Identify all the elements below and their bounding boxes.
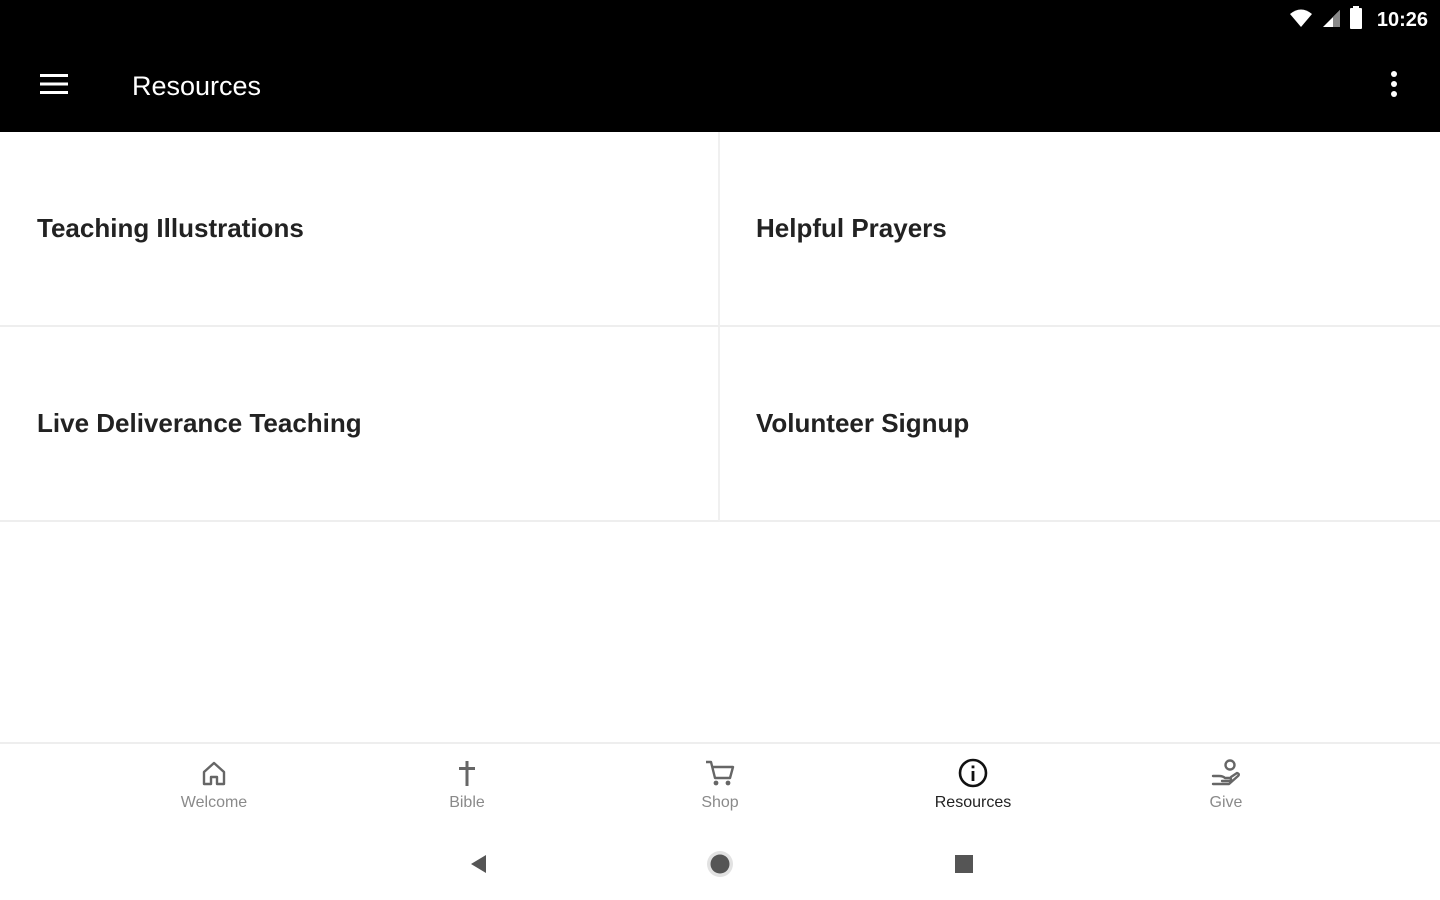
system-home-button[interactable] [700,848,740,884]
info-icon [956,756,990,790]
nav-item-give[interactable]: Give [1136,756,1316,826]
nav-label: Resources [934,794,1012,811]
tile-live-deliverance-teaching[interactable]: Live Deliverance Teaching [0,327,720,522]
system-back-button[interactable] [458,848,498,884]
system-recents-button[interactable] [944,848,984,884]
give-hand-icon [1209,756,1243,790]
recents-icon [953,853,975,880]
status-bar: 10:26 [0,0,1440,40]
tile-volunteer-signup[interactable]: Volunteer Signup [720,327,1440,522]
tile-teaching-illustrations[interactable]: Teaching Illustrations [0,132,720,327]
system-navigation-bar [0,830,1440,900]
nav-label: Shop [701,794,739,811]
tile-label: Helpful Prayers [756,213,947,243]
nav-item-shop[interactable]: Shop [630,756,810,826]
signal-icon [1321,8,1341,33]
tile-label: Volunteer Signup [756,408,970,438]
home-circle-icon [705,849,735,884]
back-icon [468,853,488,880]
overflow-menu-button[interactable] [1370,62,1418,110]
nav-label: Welcome [180,794,248,811]
nav-item-welcome[interactable]: Welcome [124,756,304,826]
nav-item-bible[interactable]: Bible [377,756,557,826]
status-time: 10:26 [1376,8,1428,31]
tile-label: Live Deliverance Teaching [37,408,362,438]
nav-label: Bible [449,794,485,811]
home-icon [197,756,231,790]
overflow-menu-icon [1390,70,1398,103]
cart-icon [703,756,737,790]
menu-button[interactable] [26,62,82,110]
tile-label: Teaching Illustrations [37,213,304,243]
status-icons: 10:26 [1289,5,1428,35]
menu-icon [39,72,69,101]
nav-item-resources[interactable]: Resources [883,756,1063,826]
wifi-icon [1289,8,1313,33]
page-title: Resources [132,71,262,101]
battery-icon [1349,5,1363,35]
nav-label: Give [1209,794,1243,811]
bottom-navigation: Welcome Bible Shop Resources Give [0,742,1440,830]
resource-grid: Teaching Illustrations Helpful Prayers L… [0,132,1440,522]
tile-helpful-prayers[interactable]: Helpful Prayers [720,132,1440,327]
resources-screen: 10:26 Resources Teaching Illustrations H… [0,0,1440,900]
app-bar: Resources [0,40,1440,132]
cross-icon [450,756,484,790]
